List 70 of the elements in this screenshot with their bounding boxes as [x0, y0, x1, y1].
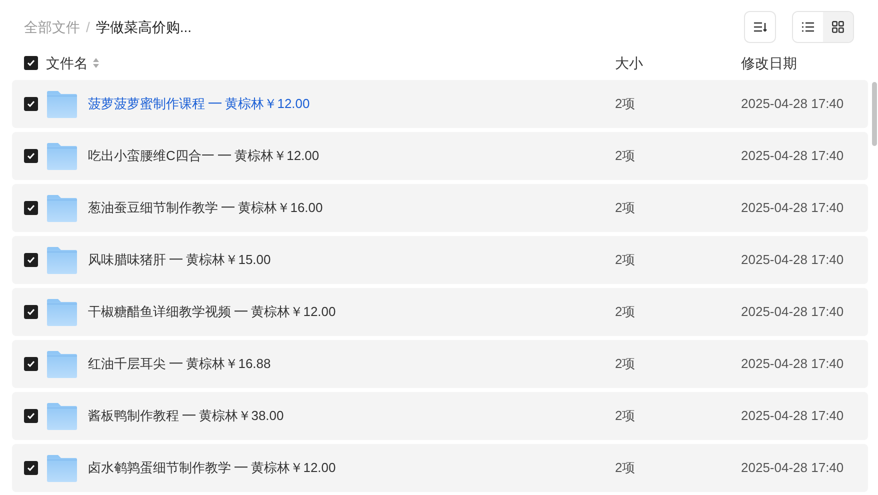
check-icon	[27, 100, 35, 108]
size-cell: 2项	[615, 148, 636, 164]
file-name[interactable]: 红油千层耳尖 ━ 黄棕林￥16.88	[88, 356, 271, 372]
file-row[interactable]: 菠萝菠萝蜜制作课程 ━ 黄棕林￥12.00 2项 2025-04-28 17:40	[12, 80, 868, 128]
folder-icon	[47, 90, 77, 118]
file-row[interactable]: 酱板鸭制作教程 ━ 黄棕林￥38.00 2项 2025-04-28 17:40	[12, 392, 868, 440]
column-header[interactable]: 大小	[615, 54, 643, 70]
row-checkbox[interactable]	[24, 253, 38, 267]
size-cell: 2项	[615, 460, 636, 476]
file-name[interactable]: 干椒糖醋鱼详细教学视频 ━ 黄棕林￥12.00	[88, 304, 336, 320]
file-row[interactable]: 卤水鹌鹑蛋细节制作教学 ━ 黄棕林￥12.00 2项 2025-04-28 17:40	[12, 444, 868, 492]
file-name[interactable]: 卤水鹌鹑蛋细节制作教学 ━ 黄棕林￥12.00	[88, 460, 336, 476]
date-cell-text: 2025-04-28 17:40	[741, 355, 844, 374]
folder-icon	[47, 402, 77, 430]
size-cell: 2项	[615, 96, 636, 112]
row-checkbox[interactable]	[24, 149, 38, 163]
file-name[interactable]: 风味腊味猪肝 ━ 黄棕林￥15.00	[88, 252, 271, 268]
row-checkbox[interactable]	[24, 357, 38, 371]
row-checkbox[interactable]	[24, 97, 38, 111]
list-icon	[802, 22, 814, 32]
row-checkbox[interactable]	[24, 201, 38, 215]
scrollbar[interactable]	[872, 82, 877, 146]
size-cell: 2项	[615, 356, 636, 372]
select-all-checkbox[interactable]	[24, 56, 38, 70]
sort-button[interactable]	[744, 11, 776, 43]
check-icon	[27, 308, 35, 316]
date-cell-text: 2025-04-28 17:40	[741, 251, 844, 270]
folder-icon	[47, 350, 77, 378]
file-name[interactable]: 酱板鸭制作教程 ━ 黄棕林￥38.00	[88, 408, 284, 424]
folder-icon	[47, 194, 77, 222]
check-icon	[27, 59, 35, 67]
grid-icon	[832, 21, 844, 33]
check-icon	[27, 360, 35, 368]
sort-arrows-icon	[92, 57, 100, 69]
file-name[interactable]: 菠萝菠萝蜜制作课程 ━ 黄棕林￥12.00	[88, 96, 310, 112]
breadcrumb-current[interactable]: 学做菜高价购...	[96, 16, 192, 38]
date-cell-text: 2025-04-28 17:40	[741, 407, 844, 426]
size-cell: 2项	[615, 304, 636, 320]
file-row[interactable]: 吃出小蛮腰维C四合一 ━ 黄棕林￥12.00 2项 2025-04-28 17:40	[12, 132, 868, 180]
check-icon	[27, 204, 35, 212]
row-checkbox[interactable]	[24, 461, 38, 475]
date-cell-text: 2025-04-28 17:40	[741, 199, 844, 218]
size-cell: 2项	[615, 200, 636, 216]
column-header[interactable]: 文件名	[46, 52, 88, 74]
breadcrumb-separator: /	[86, 18, 90, 36]
file-row[interactable]: 葱油蚕豆细节制作教学 ━ 黄棕林￥16.00 2项 2025-04-28 17:40	[12, 184, 868, 232]
date-cell-text: 2025-04-28 17:40	[741, 147, 844, 166]
size-cell: 2项	[615, 408, 636, 424]
check-icon	[27, 152, 35, 160]
file-row[interactable]: 干椒糖醋鱼详细教学视频 ━ 黄棕林￥12.00 2项 2025-04-28 17:40	[12, 288, 868, 336]
date-cell-text: 2025-04-28 17:40	[741, 95, 844, 114]
size-cell: 2项	[615, 252, 636, 268]
check-icon	[27, 412, 35, 420]
date-cell-text: 2025-04-28 17:40	[741, 459, 844, 478]
folder-icon	[47, 298, 77, 326]
file-name[interactable]: 吃出小蛮腰维C四合一 ━ 黄棕林￥12.00	[88, 148, 320, 164]
folder-icon	[47, 454, 77, 482]
file-row[interactable]: 风味腊味猪肝 ━ 黄棕林￥15.00 2项 2025-04-28 17:40	[12, 236, 868, 284]
check-icon	[27, 256, 35, 264]
file-row[interactable]: 红油千层耳尖 ━ 黄棕林￥16.88 2项 2025-04-28 17:40	[12, 340, 868, 388]
date-cell-text: 2025-04-28 17:40	[741, 303, 844, 322]
grid-view-button[interactable]	[823, 12, 853, 42]
sort-icon	[753, 21, 767, 33]
folder-icon	[47, 246, 77, 274]
row-checkbox[interactable]	[24, 305, 38, 319]
row-checkbox[interactable]	[24, 409, 38, 423]
column-header[interactable]: 修改日期	[741, 54, 797, 70]
check-icon	[27, 464, 35, 472]
file-name[interactable]: 葱油蚕豆细节制作教学 ━ 黄棕林￥16.00	[88, 200, 323, 216]
folder-icon	[47, 142, 77, 170]
